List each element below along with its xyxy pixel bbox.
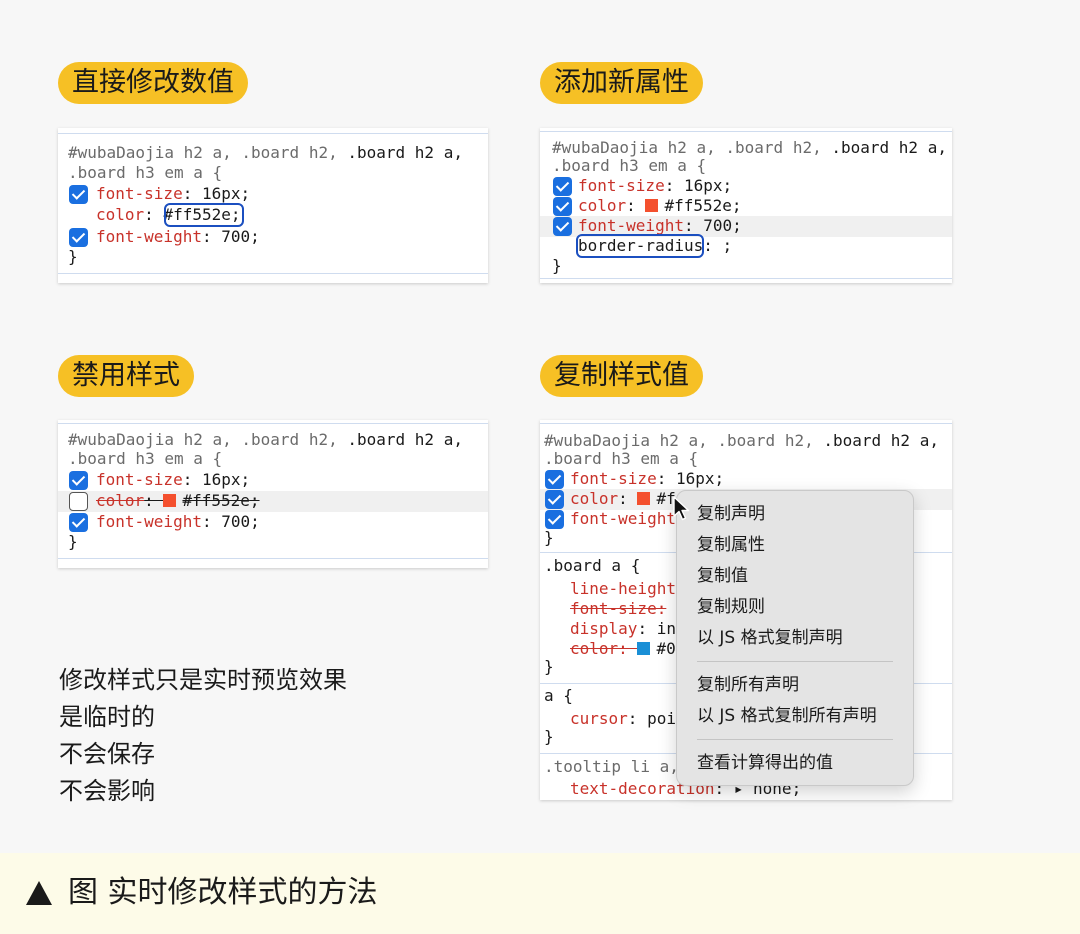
rule-selector-line2: .board h3 em a { xyxy=(544,449,699,468)
color-swatch[interactable] xyxy=(163,494,177,507)
menu-item-copy-value[interactable]: 复制值 xyxy=(697,564,748,588)
decl-font-weight[interactable]: font-weight: 700; xyxy=(578,216,742,236)
decl-color-overridden[interactable]: color: #0 xyxy=(570,639,676,659)
decl-color[interactable]: color: #f xyxy=(570,489,676,509)
rule-separator xyxy=(58,558,488,559)
decl-font-size[interactable]: font-size: 16px; xyxy=(96,470,250,490)
rule-separator xyxy=(540,131,952,132)
rule-selector-line2: .board h3 em a { xyxy=(68,449,223,468)
rule-a: a { xyxy=(544,686,573,705)
add-highlight-box[interactable] xyxy=(576,234,704,258)
edit-highlight-box[interactable] xyxy=(164,203,244,227)
rule-selector: #wubaDaojia h2 a, .board h2, .board h2 a… xyxy=(544,431,939,450)
rule-selector: #wubaDaojia h2 a, .board h2, .board h2 a… xyxy=(68,430,463,449)
figure-caption: 图 实时修改样式的方法 xyxy=(0,853,1080,934)
rule-selector-line2: .board h3 em a { xyxy=(68,163,223,182)
color-swatch[interactable] xyxy=(637,492,651,505)
rule-selector: #wubaDaojia h2 a, .board h2, .board h2 a… xyxy=(552,138,947,157)
checkbox-font-size[interactable] xyxy=(69,471,88,490)
decl-font-size[interactable]: font-size: 16px; xyxy=(578,176,732,196)
caption-text: 图 实时修改样式的方法 xyxy=(68,875,378,910)
menu-separator xyxy=(697,739,893,740)
decl-font-size-overridden[interactable]: font-size: xyxy=(570,599,666,619)
rule-close-brace: } xyxy=(68,532,78,551)
title-disable-style: 禁用样式 xyxy=(58,355,194,397)
checkbox-font-weight[interactable] xyxy=(69,228,88,247)
menu-item-copy-all-declarations[interactable]: 复制所有声明 xyxy=(697,673,799,697)
menu-item-copy-property[interactable]: 复制属性 xyxy=(697,533,765,557)
color-swatch-blue[interactable] xyxy=(637,642,651,655)
color-swatch[interactable] xyxy=(645,199,659,212)
checkbox-font-size[interactable] xyxy=(553,177,572,196)
rule-tooltip: .tooltip li a, xyxy=(544,757,679,776)
note-line: 不会影响 xyxy=(59,777,155,805)
menu-separator xyxy=(697,661,893,662)
checkbox-font-size[interactable] xyxy=(69,185,88,204)
decl-font-weight[interactable]: font-weight xyxy=(570,509,676,529)
decl-font-weight[interactable]: font-weight: 700; xyxy=(96,227,260,247)
context-menu: 复制声明 复制属性 复制值 复制规则 以 JS 格式复制声明 复制所有声明 以 … xyxy=(676,490,914,786)
rule-close-brace: } xyxy=(68,247,78,266)
mouse-pointer-icon xyxy=(673,496,690,521)
checkbox-color-unchecked[interactable] xyxy=(69,492,88,511)
menu-item-view-computed-value[interactable]: 查看计算得出的值 xyxy=(697,751,833,775)
menu-item-copy-declaration[interactable]: 复制声明 xyxy=(697,502,765,526)
checkbox-color[interactable] xyxy=(553,197,572,216)
rule-board-a: .board a { xyxy=(544,556,641,575)
title-direct-edit: 直接修改数值 xyxy=(58,62,248,104)
checkbox-font-weight[interactable] xyxy=(69,513,88,532)
menu-item-copy-rule[interactable]: 复制规则 xyxy=(697,595,765,619)
decl-color[interactable]: color: #ff552e; xyxy=(578,196,742,216)
menu-item-copy-declaration-js[interactable]: 以 JS 格式复制声明 xyxy=(697,626,843,650)
rule-separator xyxy=(540,278,952,279)
menu-item-copy-all-declarations-js[interactable]: 以 JS 格式复制所有声明 xyxy=(697,704,877,728)
rule-selector-line2: .board h3 em a { xyxy=(552,156,707,175)
rule-separator xyxy=(58,273,488,274)
decl-display[interactable]: display: in xyxy=(570,619,676,639)
rule-separator xyxy=(58,423,488,424)
checkbox-font-weight[interactable] xyxy=(545,510,564,529)
rule-separator xyxy=(58,133,488,134)
rule-selector: #wubaDaojia h2 a, .board h2, .board h2 a… xyxy=(68,143,463,162)
triangle-up-icon xyxy=(26,881,52,905)
decl-cursor[interactable]: cursor: poi xyxy=(570,709,676,729)
rule-close-brace: } xyxy=(544,528,554,547)
checkbox-font-weight[interactable] xyxy=(553,217,572,236)
rule-close-brace: } xyxy=(544,727,554,746)
decl-font-size[interactable]: font-size: 16px; xyxy=(96,184,250,204)
checkbox-color[interactable] xyxy=(545,490,564,509)
decl-font-size[interactable]: font-size: 16px; xyxy=(570,469,724,489)
note-line: 是临时的 xyxy=(59,703,155,731)
styles-panel-edit: #wubaDaojia h2 a, .board h2, .board h2 a… xyxy=(58,128,488,283)
styles-panel-add: #wubaDaojia h2 a, .board h2, .board h2 a… xyxy=(540,128,952,283)
decl-line-height[interactable]: line-height xyxy=(570,579,676,599)
styles-panel-disable: #wubaDaojia h2 a, .board h2, .board h2 a… xyxy=(58,420,488,568)
rule-close-brace: } xyxy=(552,256,562,275)
note-line: 不会保存 xyxy=(59,740,155,768)
rule-separator xyxy=(540,423,952,424)
checkbox-font-size[interactable] xyxy=(545,470,564,489)
rule-close-brace: } xyxy=(544,657,554,676)
title-add-property: 添加新属性 xyxy=(540,62,703,104)
decl-color-disabled[interactable]: color: #ff552e; xyxy=(96,491,260,511)
decl-font-weight[interactable]: font-weight: 700; xyxy=(96,512,260,532)
title-copy-value: 复制样式值 xyxy=(540,355,703,397)
note-line: 修改样式只是实时预览效果 xyxy=(59,666,347,694)
